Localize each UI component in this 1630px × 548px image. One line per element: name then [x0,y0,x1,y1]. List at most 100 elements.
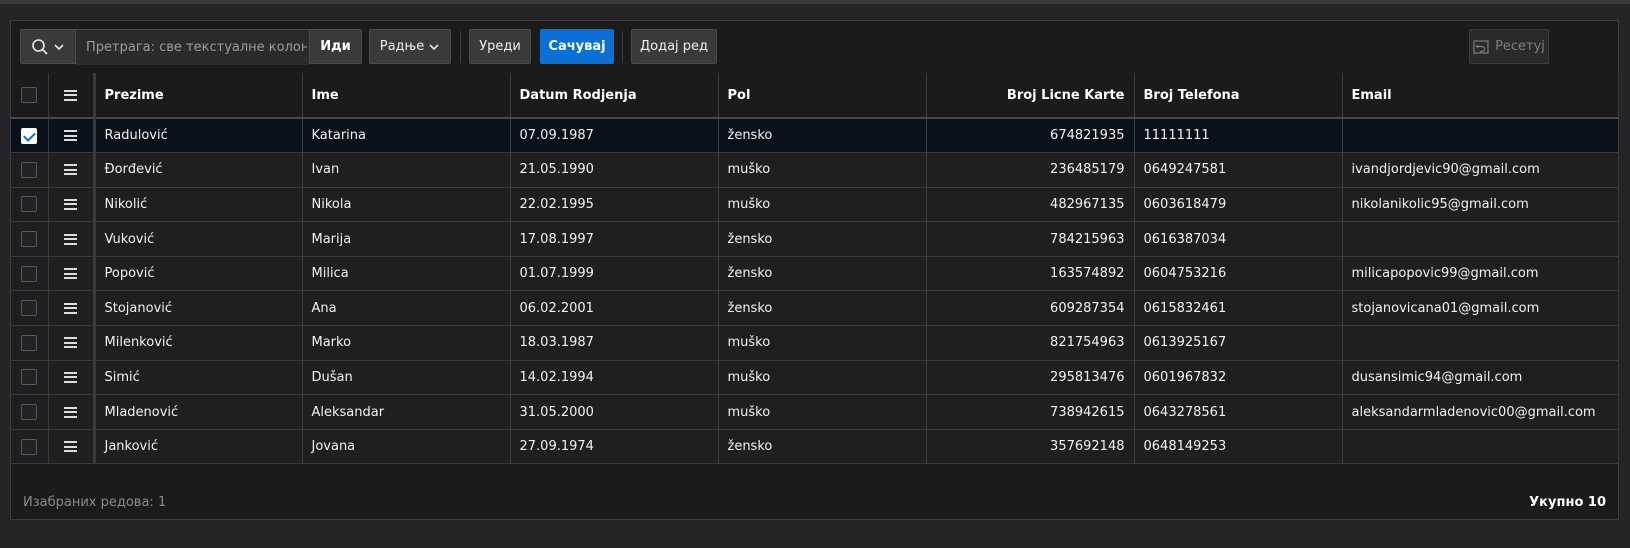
cell-broj-telefona[interactable]: 0601967832 [1134,360,1343,396]
cell-prezime[interactable]: Radulović [94,118,303,154]
cell-prezime[interactable]: Vuković [94,221,303,257]
cell-ime[interactable]: Aleksandar [302,394,511,430]
cell-pol[interactable]: žensko [718,118,927,154]
table-row[interactable]: Milenković Marko 18.03.1987 muško 821754… [11,325,1619,361]
row-checkbox[interactable] [21,369,38,386]
cell-pol[interactable]: muško [718,325,927,361]
cell-datum-rodjenja[interactable]: 21.05.1990 [510,152,719,188]
cell-email[interactable] [1342,429,1619,465]
cell-broj-licne-karte[interactable]: 295813476 [926,360,1135,396]
row-menu-icon[interactable] [64,406,77,418]
row-checkbox[interactable] [21,334,38,351]
cell-pol[interactable]: žensko [718,429,927,465]
cell-ime[interactable]: Jovana [302,429,511,465]
search-input[interactable] [76,30,309,65]
row-menu-icon[interactable] [64,371,77,383]
cell-prezime[interactable]: Đorđević [94,152,303,188]
cell-prezime[interactable]: Milenković [94,325,303,361]
edit-button[interactable]: Уреди [469,29,531,64]
cell-broj-licne-karte[interactable]: 609287354 [926,290,1135,327]
cell-broj-telefona[interactable]: 0615832461 [1134,290,1343,327]
go-button[interactable]: Иди [309,30,361,63]
cell-email[interactable]: ivandjordjevic90@gmail.com [1342,152,1619,188]
cell-email[interactable]: milicapopovic99@gmail.com [1342,256,1619,292]
cell-broj-telefona[interactable]: 11111111 [1134,118,1343,154]
column-header-email[interactable]: Email [1342,73,1619,119]
row-menu-icon[interactable] [64,233,77,245]
row-checkbox[interactable] [21,196,38,213]
cell-pol[interactable]: muško [718,152,927,188]
cell-datum-rodjenja[interactable]: 31.05.2000 [510,394,719,430]
cell-datum-rodjenja[interactable]: 07.09.1987 [510,118,719,154]
cell-broj-telefona[interactable]: 0643278561 [1134,394,1343,430]
row-menu-icon[interactable] [64,130,77,142]
cell-ime[interactable]: Katarina [302,118,511,154]
cell-datum-rodjenja[interactable]: 27.09.1974 [510,429,719,465]
cell-broj-licne-karte[interactable]: 482967135 [926,187,1135,223]
cell-datum-rodjenja[interactable]: 18.03.1987 [510,325,719,361]
cell-prezime[interactable]: Mladenović [94,394,303,430]
row-checkbox[interactable] [21,127,38,144]
cell-email[interactable] [1342,325,1619,361]
cell-ime[interactable]: Marija [302,221,511,257]
reset-button[interactable]: Ресетуј [1469,29,1549,64]
cell-ime[interactable]: Nikola [302,187,511,223]
cell-pol[interactable]: žensko [718,256,927,292]
table-row[interactable]: Radulović Katarina 07.09.1987 žensko 674… [11,118,1619,154]
cell-datum-rodjenja[interactable]: 17.08.1997 [510,221,719,257]
cell-broj-telefona[interactable]: 0603618479 [1134,187,1343,223]
cell-broj-licne-karte[interactable]: 821754963 [926,325,1135,361]
table-row[interactable]: Popović Milica 01.07.1999 žensko 1635748… [11,256,1619,292]
row-menu-icon[interactable] [64,337,77,349]
cell-pol[interactable]: žensko [718,290,927,327]
row-menu-icon[interactable] [64,164,77,176]
menu-icon[interactable] [64,89,77,101]
select-all-checkbox[interactable] [21,87,38,103]
cell-broj-telefona[interactable]: 0604753216 [1134,256,1343,292]
cell-datum-rodjenja[interactable]: 01.07.1999 [510,256,719,292]
row-checkbox[interactable] [21,404,38,421]
cell-ime[interactable]: Dušan [302,360,511,396]
row-checkbox[interactable] [21,438,38,455]
row-menu-icon[interactable] [64,302,77,314]
column-header-ime[interactable]: Ime [302,73,511,119]
cell-pol[interactable]: muško [718,394,927,430]
cell-broj-licne-karte[interactable]: 163574892 [926,256,1135,292]
cell-ime[interactable]: Ivan [302,152,511,188]
cell-broj-licne-karte[interactable]: 236485179 [926,152,1135,188]
cell-broj-licne-karte[interactable]: 784215963 [926,221,1135,257]
cell-prezime[interactable]: Nikolić [94,187,303,223]
cell-email[interactable] [1342,118,1619,154]
column-header-prezime[interactable]: Prezime [94,73,303,119]
cell-datum-rodjenja[interactable]: 06.02.2001 [510,290,719,327]
add-row-button[interactable]: Додај ред [631,29,717,64]
table-row[interactable]: Simić Dušan 14.02.1994 muško 295813476 0… [11,360,1619,396]
cell-prezime[interactable]: Stojanović [94,290,303,327]
column-header-pol[interactable]: Pol [718,73,927,119]
table-row[interactable]: Nikolić Nikola 22.02.1995 muško 48296713… [11,187,1619,223]
cell-email[interactable]: nikolanikolic95@gmail.com [1342,187,1619,223]
cell-broj-licne-karte[interactable]: 357692148 [926,429,1135,465]
cell-pol[interactable]: muško [718,360,927,396]
cell-broj-telefona[interactable]: 0616387034 [1134,221,1343,257]
cell-broj-licne-karte[interactable]: 674821935 [926,118,1135,154]
cell-prezime[interactable]: Popović [94,256,303,292]
table-row[interactable]: Mladenović Aleksandar 31.05.2000 muško 7… [11,394,1619,430]
cell-broj-licne-karte[interactable]: 738942615 [926,394,1135,430]
column-header-broj-licne-karte[interactable]: Broj Licne Karte [926,73,1135,119]
cell-broj-telefona[interactable]: 0649247581 [1134,152,1343,188]
save-button[interactable]: Сачувај [540,29,614,64]
cell-broj-telefona[interactable]: 0648149253 [1134,429,1343,465]
cell-email[interactable] [1342,221,1619,257]
table-row[interactable]: Stojanović Ana 06.02.2001 žensko 6092873… [11,290,1619,327]
search-column-selector[interactable] [21,30,76,63]
cell-datum-rodjenja[interactable]: 22.02.1995 [510,187,719,223]
row-menu-icon[interactable] [64,198,77,210]
cell-email[interactable]: aleksandarmladenovic00@gmail.com [1342,394,1619,430]
row-menu-icon[interactable] [64,441,77,453]
cell-email[interactable]: stojanovicana01@gmail.com [1342,290,1619,327]
cell-pol[interactable]: muško [718,187,927,223]
cell-email[interactable]: dusansimic94@gmail.com [1342,360,1619,396]
column-header-broj-telefona[interactable]: Broj Telefona [1134,73,1343,119]
table-row[interactable]: Đorđević Ivan 21.05.1990 muško 236485179… [11,152,1619,188]
